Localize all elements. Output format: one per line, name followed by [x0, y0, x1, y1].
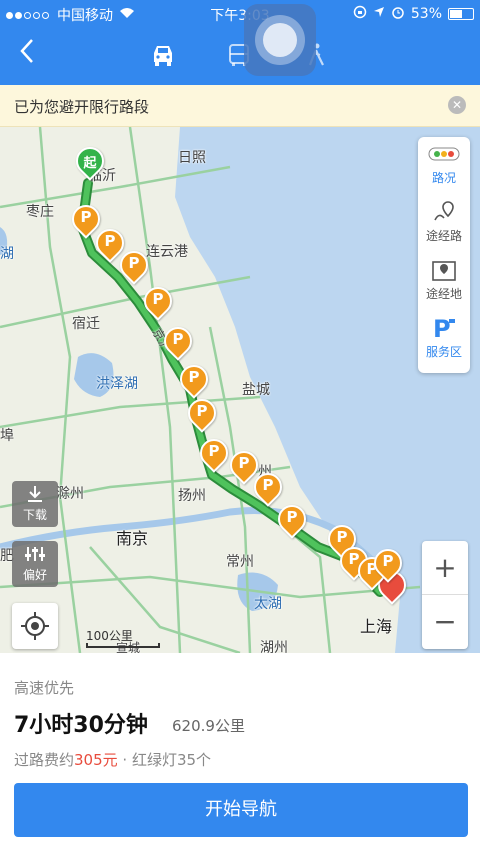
- battery-icon: [448, 8, 474, 20]
- status-bar: 中国移动 下午3:03 53%: [0, 0, 480, 28]
- back-button[interactable]: [18, 36, 36, 74]
- locate-button[interactable]: [12, 603, 58, 649]
- service-area-pin[interactable]: P: [194, 433, 234, 475]
- nav-row: [0, 30, 480, 80]
- service-area-pin[interactable]: P: [158, 321, 198, 363]
- svg-text:P: P: [433, 315, 451, 341]
- location-arrow-icon: [373, 6, 385, 22]
- route-distance: 620.9公里: [172, 717, 245, 735]
- map-scale: 100公里: [86, 627, 160, 648]
- map-label: 常州: [226, 554, 254, 570]
- preference-button[interactable]: 偏好: [12, 541, 58, 587]
- route-duration: 7小时30分钟: [14, 713, 148, 738]
- download-label: 下载: [22, 508, 47, 522]
- traffic-label: 路况: [431, 171, 456, 185]
- scale-label: 100公里: [86, 629, 133, 643]
- route-summary-panel: 高速优先 7小时30分钟 620.9公里 过路费约305元 · 红绿灯35个 开…: [0, 653, 480, 855]
- zoom-in-button[interactable]: +: [422, 541, 468, 595]
- download-icon: [28, 486, 42, 502]
- alarm-icon: [391, 5, 405, 23]
- map-label: 连云港: [146, 244, 188, 260]
- map-label: 埠: [0, 428, 14, 444]
- notice-text: 已为您避开限行路段: [14, 98, 150, 116]
- route-pin-icon: [418, 197, 470, 227]
- map-pin-icon: [418, 255, 470, 285]
- chevron-left-icon: [20, 39, 33, 63]
- service-area-pin[interactable]: P: [174, 359, 214, 401]
- map-label: 滁州: [56, 486, 84, 502]
- map-label: 湖州: [260, 640, 288, 653]
- waypoint-place-button[interactable]: 途经地: [418, 255, 470, 313]
- top-bar: 中国移动 下午3:03 53%: [0, 0, 480, 85]
- service-area-pin[interactable]: P: [248, 467, 288, 509]
- car-icon: [154, 46, 172, 66]
- zoom-out-button[interactable]: −: [422, 595, 468, 649]
- map-side-panel: 路况 途经路 途经地 P 服务区: [418, 137, 470, 373]
- zoom-controls: + −: [422, 541, 468, 649]
- start-navigation-button[interactable]: 开始导航: [14, 783, 468, 837]
- status-right: 53%: [353, 5, 474, 23]
- download-button[interactable]: 下载: [12, 481, 58, 527]
- traffic-lights-count: 红绿灯35个: [131, 751, 212, 769]
- preference-label: 偏好: [22, 568, 47, 582]
- notice-close-button[interactable]: ✕: [448, 96, 466, 114]
- map-label: 宿迁: [72, 316, 100, 332]
- map-label: 枣庄: [26, 204, 54, 220]
- service-area-toggle[interactable]: P 服务区: [418, 313, 470, 371]
- route-preference: 高速优先: [14, 679, 75, 697]
- battery-percent: 53%: [410, 6, 442, 22]
- map-label: 扬州: [178, 488, 206, 504]
- assistive-touch-button[interactable]: [244, 4, 316, 76]
- service-area-pin[interactable]: P: [114, 245, 154, 287]
- sliders-icon: [25, 547, 45, 561]
- service-area-label: 服务区: [425, 345, 462, 359]
- service-area-pin[interactable]: P: [272, 499, 312, 541]
- traffic-toggle[interactable]: 路况: [418, 139, 470, 197]
- service-area-pin[interactable]: P: [368, 543, 408, 585]
- map-label: 洪泽湖: [96, 376, 138, 392]
- lock-rotation-icon: [353, 5, 367, 23]
- map-label: 湖: [0, 246, 14, 262]
- service-area-icon: P: [418, 313, 470, 343]
- map-label: 上海: [360, 617, 393, 636]
- toll-prefix: 过路费约: [14, 751, 75, 769]
- map-label: 盐城: [242, 382, 270, 398]
- start-pin[interactable]: 起: [70, 141, 110, 183]
- traffic-light-icon: [418, 139, 470, 169]
- map-label: 南京: [116, 529, 149, 548]
- map-label: 太湖: [254, 596, 282, 612]
- close-icon: ✕: [451, 98, 463, 112]
- mode-car-tab[interactable]: [143, 38, 183, 72]
- service-area-pin[interactable]: P: [182, 393, 222, 435]
- waypoint-road-button[interactable]: 途经路: [418, 197, 470, 255]
- service-area-pin[interactable]: P: [138, 281, 178, 323]
- map-label: 日照: [178, 150, 206, 166]
- waypoint-place-label: 途经地: [425, 287, 462, 301]
- waypoint-road-label: 途经路: [425, 229, 462, 243]
- info-separator: ·: [117, 751, 132, 769]
- route-info: 过路费约305元 · 红绿灯35个: [14, 749, 211, 770]
- toll-amount: 305元: [74, 751, 118, 769]
- route-map[interactable]: 日照 临沂 枣庄 连云港 湖 宿迁 京沪 洪泽湖 盐城 埠 州 滁州 扬州 南京…: [0, 127, 480, 653]
- restriction-notice: 已为您避开限行路段 ✕: [0, 85, 480, 127]
- crosshair-icon: [21, 612, 49, 640]
